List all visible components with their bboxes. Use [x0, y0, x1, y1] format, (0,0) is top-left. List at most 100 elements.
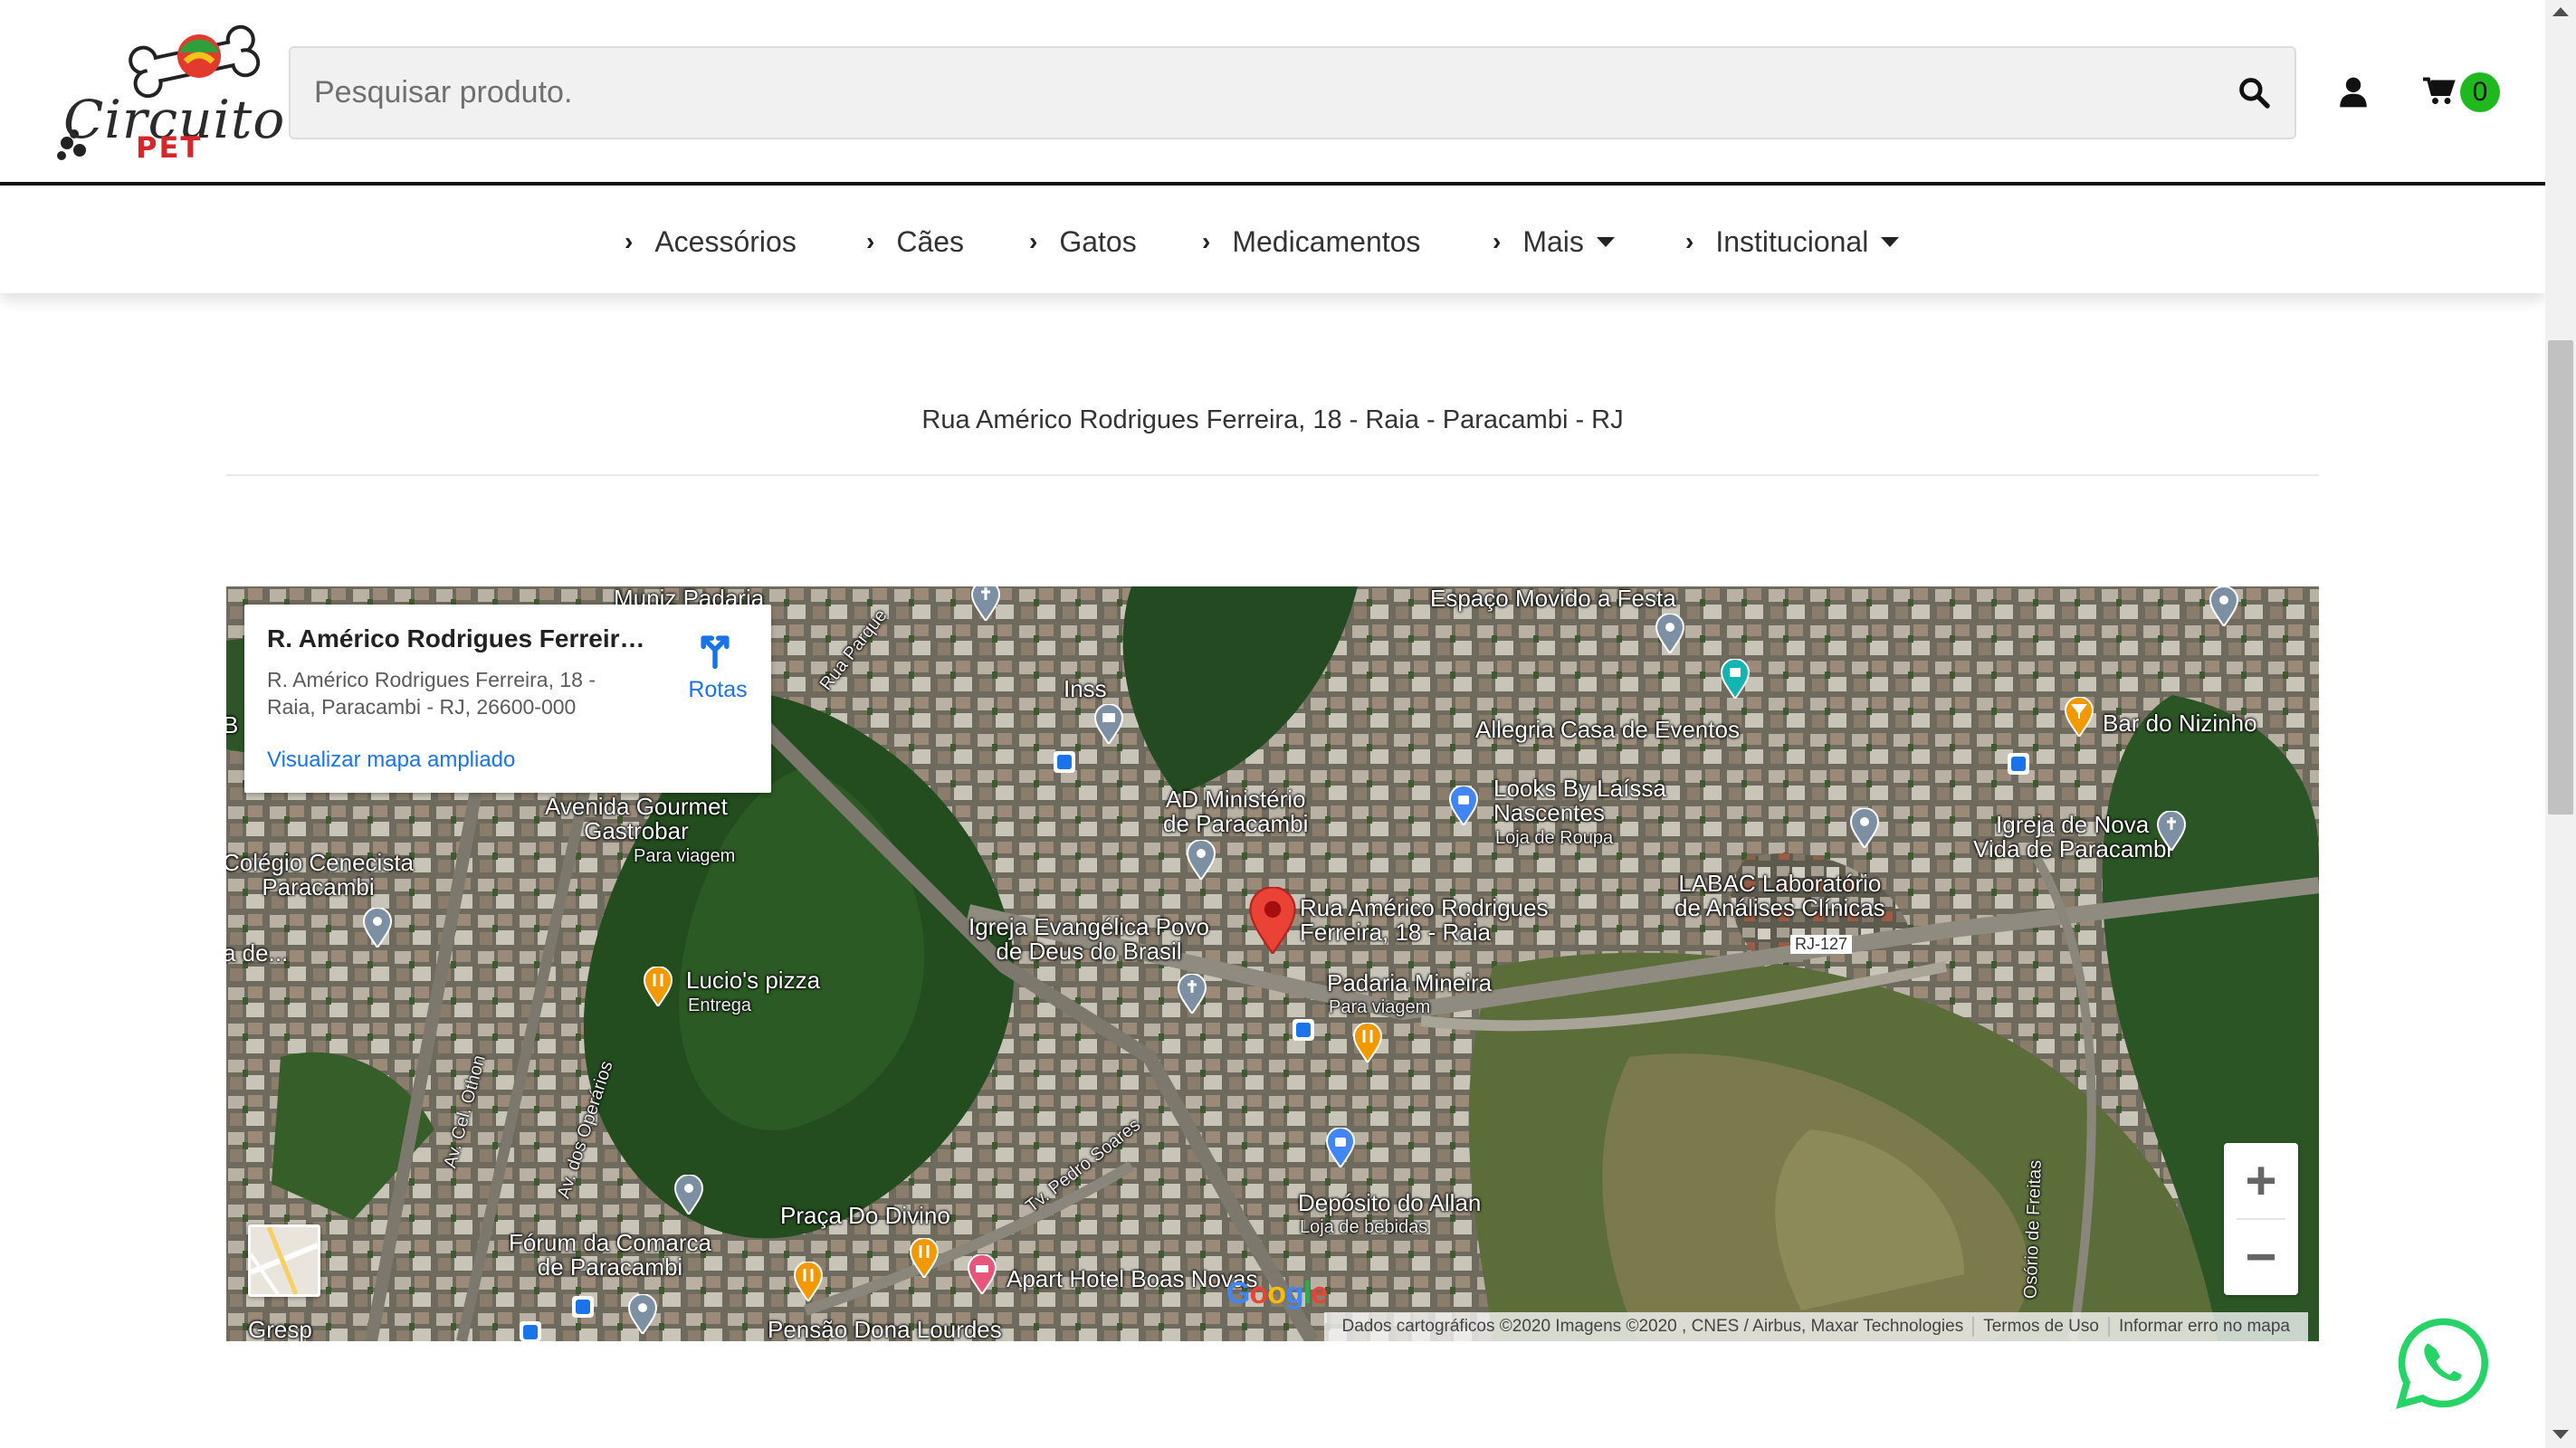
restaurant-marker-icon[interactable] — [1352, 1023, 1383, 1062]
bar-marker-icon[interactable] — [2064, 697, 2094, 737]
place-marker-icon[interactable] — [1849, 808, 1880, 848]
map-label: Avenida Gourmet Gastrobar — [545, 793, 728, 845]
restaurant-marker-icon[interactable] — [793, 1262, 824, 1301]
search-input[interactable] — [314, 48, 2215, 138]
map-attribution: Dados cartográficos ©2020 Imagens ©2020 … — [1323, 1312, 2308, 1341]
church-marker-icon[interactable] — [970, 586, 1001, 621]
map-label: Fórum da Comarca de Paracambi — [509, 1229, 711, 1281]
map-label: Entrega — [688, 996, 752, 1015]
government-marker-icon[interactable] — [1093, 704, 1124, 744]
map-label: Loja de Roupa — [1495, 828, 1614, 848]
chevron-right-icon: › — [866, 227, 875, 255]
map-label: Rua Américo Rodrigues Ferreira, 18 - Rai… — [1300, 894, 1549, 947]
hotel-marker-icon[interactable] — [967, 1254, 997, 1294]
nav-item-label: Gatos — [1059, 224, 1137, 258]
nav-item-acessorios[interactable]: › Acessórios — [625, 222, 797, 262]
google-logo: Google — [1226, 1276, 1328, 1310]
map-label: Praça Do Divino — [780, 1202, 950, 1229]
zoom-out-button[interactable]: − — [2224, 1219, 2298, 1295]
bus-stop-icon[interactable] — [1054, 751, 1075, 773]
nav-item-label: Institucional — [1715, 224, 1869, 258]
map-label: Colégio Cenecista Paracambi — [226, 849, 415, 901]
map-label: RJ-127 — [1790, 935, 1853, 954]
nav-item-institucional[interactable]: › Institucional — [1685, 222, 1900, 262]
map-label: Para viagem — [1329, 997, 1431, 1017]
map-label: AD Ministério de Paracambi — [1163, 786, 1309, 838]
nav-item-medicamentos[interactable]: › Medicamentos — [1202, 222, 1420, 262]
whatsapp-icon[interactable] — [2395, 1316, 2489, 1410]
map-label: Depósito do Allan — [1298, 1189, 1482, 1216]
bus-stop-icon[interactable] — [572, 1296, 594, 1318]
map-thumbnail-icon — [249, 1226, 320, 1296]
place-marker-icon[interactable] — [673, 1175, 704, 1215]
place-marker-icon[interactable] — [2209, 586, 2239, 626]
zoom-controls: + − — [2224, 1143, 2298, 1295]
event-venue-marker-icon[interactable] — [1720, 659, 1751, 699]
site-header: Circuito PET 0 — [0, 0, 2545, 186]
place-info-card: R. Américo Rodrigues Ferreira... R. Amér… — [244, 605, 771, 793]
map-label: LABAC Laboratório de Análises Clínicas — [1674, 870, 1885, 922]
nav-item-label: Acessórios — [654, 224, 797, 258]
map-label: Gresp — [248, 1316, 312, 1341]
place-marker-icon[interactable] — [1186, 840, 1216, 880]
directions-button[interactable]: Rotas — [677, 677, 758, 703]
site-logo[interactable]: Circuito PET — [54, 18, 284, 165]
map-label: Igreja Evangélica Povo de Deus do Brasil — [968, 913, 1209, 966]
map-data-credit: Dados cartográficos ©2020 Imagens ©2020 … — [1333, 1317, 1975, 1337]
shopping-marker-icon[interactable] — [1448, 786, 1479, 825]
nav-item-caes[interactable]: › Cães — [866, 222, 964, 262]
place-marker-icon[interactable] — [362, 908, 393, 948]
bus-stop-icon[interactable] — [1293, 1019, 1314, 1041]
caret-down-icon — [1881, 236, 1900, 247]
bus-stop-icon[interactable] — [520, 1321, 541, 1341]
divider — [226, 474, 2319, 476]
cart-count-badge[interactable]: 0 — [2460, 72, 2500, 112]
view-larger-map-link[interactable]: Visualizar mapa ampliado — [267, 748, 515, 773]
map-label: Inss — [1064, 675, 1107, 702]
page: Circuito PET 0 › Acessórios — [0, 0, 2576, 1448]
place-marker-icon[interactable] — [627, 1294, 658, 1334]
caret-down-icon — [1596, 236, 1615, 247]
map-label: B — [226, 711, 239, 738]
nav-item-gatos[interactable]: › Gatos — [1029, 222, 1137, 262]
location-pin-icon[interactable] — [1249, 887, 1296, 954]
scroll-up-arrow-icon[interactable] — [2552, 7, 2569, 16]
map-label: Allegria Casa de Eventos — [1475, 716, 1740, 743]
church-marker-icon[interactable] — [2156, 811, 2187, 851]
map-label: Igreja de Nova Vida de Paracambi — [1973, 811, 2172, 863]
directions-icon[interactable] — [695, 630, 735, 670]
place-address: R. Américo Rodrigues Ferreira, 18 - Raia… — [267, 668, 596, 719]
nav-item-label: Medicamentos — [1232, 224, 1421, 258]
user-account-icon[interactable] — [2338, 76, 2369, 109]
map-label: a de... — [226, 939, 289, 967]
restaurant-marker-icon[interactable] — [643, 967, 673, 1006]
report-error-link[interactable]: Informar erro no mapa — [2110, 1317, 2299, 1337]
scroll-down-arrow-icon[interactable] — [2552, 1430, 2569, 1439]
logo-subtitle: PET — [136, 130, 203, 165]
chevron-right-icon: › — [1493, 227, 1502, 255]
cart-icon[interactable] — [2423, 76, 2456, 107]
nav-item-label: Mais — [1522, 224, 1584, 258]
zoom-in-button[interactable]: + — [2224, 1143, 2298, 1219]
bus-stop-icon[interactable] — [2008, 753, 2029, 775]
chevron-right-icon: › — [1029, 227, 1038, 255]
map-label: Apart Hotel Boas Novas — [1007, 1265, 1258, 1292]
map-label: Bar do Nizinho — [2103, 710, 2257, 737]
scrollbar-thumb[interactable] — [2548, 340, 2573, 814]
place-title: R. Américo Rodrigues Ferreira... — [267, 624, 647, 653]
chevron-right-icon: › — [1685, 227, 1694, 255]
embedded-map[interactable]: Muniz Padaria Rua Parque Espaço Movido a… — [226, 586, 2319, 1341]
main-nav: › Acessórios › Cães › Gatos › Medicament… — [0, 189, 2545, 293]
restaurant-marker-icon[interactable] — [909, 1238, 940, 1278]
terms-link[interactable]: Termos de Uso — [1974, 1317, 2110, 1337]
map-type-toggle[interactable] — [248, 1224, 320, 1297]
search-icon[interactable] — [2237, 75, 2271, 110]
map-label: Espaço Movido a Festa — [1430, 586, 1676, 612]
nav-item-mais[interactable]: › Mais — [1493, 222, 1615, 262]
search-bar — [289, 46, 2296, 139]
church-marker-icon[interactable] — [1177, 974, 1207, 1014]
map-label: Loja de bebidas — [1300, 1217, 1428, 1237]
place-marker-icon[interactable] — [1655, 614, 1685, 653]
store-address: Rua Américo Rodrigues Ferreira, 18 - Rai… — [921, 405, 1624, 434]
shopping-marker-icon[interactable] — [1325, 1128, 1356, 1167]
